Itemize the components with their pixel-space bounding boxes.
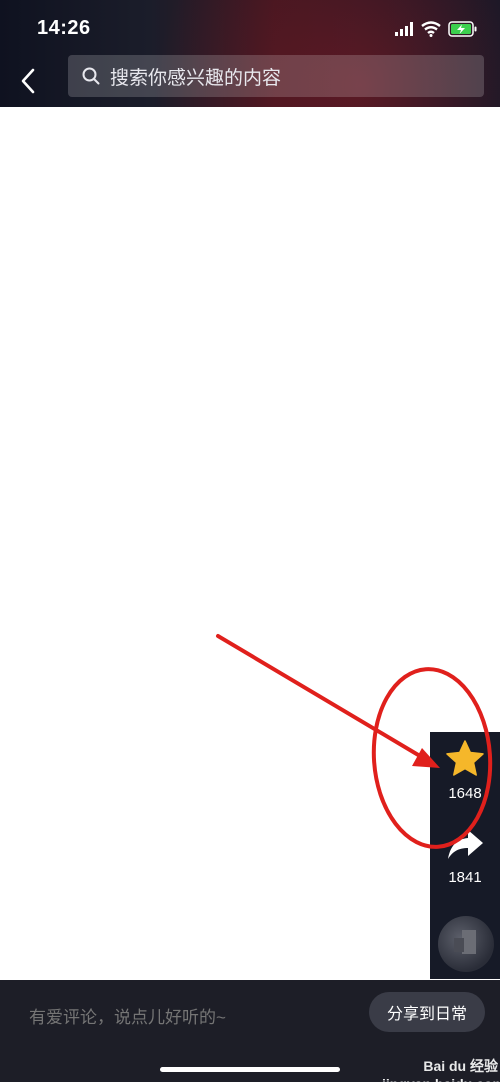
video-content-area[interactable] <box>0 107 500 980</box>
search-icon <box>82 67 100 85</box>
author-avatar[interactable] <box>438 916 494 972</box>
share-to-daily-button[interactable]: 分享到日常 <box>369 992 485 1032</box>
status-time: 14:26 <box>37 17 91 39</box>
battery-charging-icon <box>448 21 477 37</box>
back-button[interactable] <box>13 62 43 100</box>
search-input[interactable]: 搜索你感兴趣的内容 <box>68 55 484 97</box>
search-placeholder: 搜索你感兴趣的内容 <box>110 67 282 89</box>
home-indicator <box>160 1067 340 1072</box>
baidu-jingyan-watermark: Bai du 经验 jingyan.baidu.com <box>382 1058 500 1092</box>
share-arrow-icon <box>448 830 483 859</box>
signal-icon <box>395 22 413 36</box>
share-button[interactable]: 1841 <box>430 828 500 893</box>
status-bar: 14:26 <box>0 0 500 58</box>
avatar-pixel-block <box>454 938 464 952</box>
action-rail: 1648 1841 <box>430 732 500 979</box>
favorite-count: 1648 <box>448 785 482 802</box>
navigation-bar: 搜索你感兴趣的内容 <box>0 55 500 107</box>
wifi-icon <box>421 21 441 37</box>
star-icon <box>446 740 484 776</box>
share-count: 1841 <box>448 869 482 886</box>
avatar-pixel-block <box>462 930 476 954</box>
comment-input[interactable] <box>27 1002 351 1034</box>
chevron-left-icon <box>21 68 35 94</box>
favorite-button[interactable]: 1648 <box>430 732 500 812</box>
